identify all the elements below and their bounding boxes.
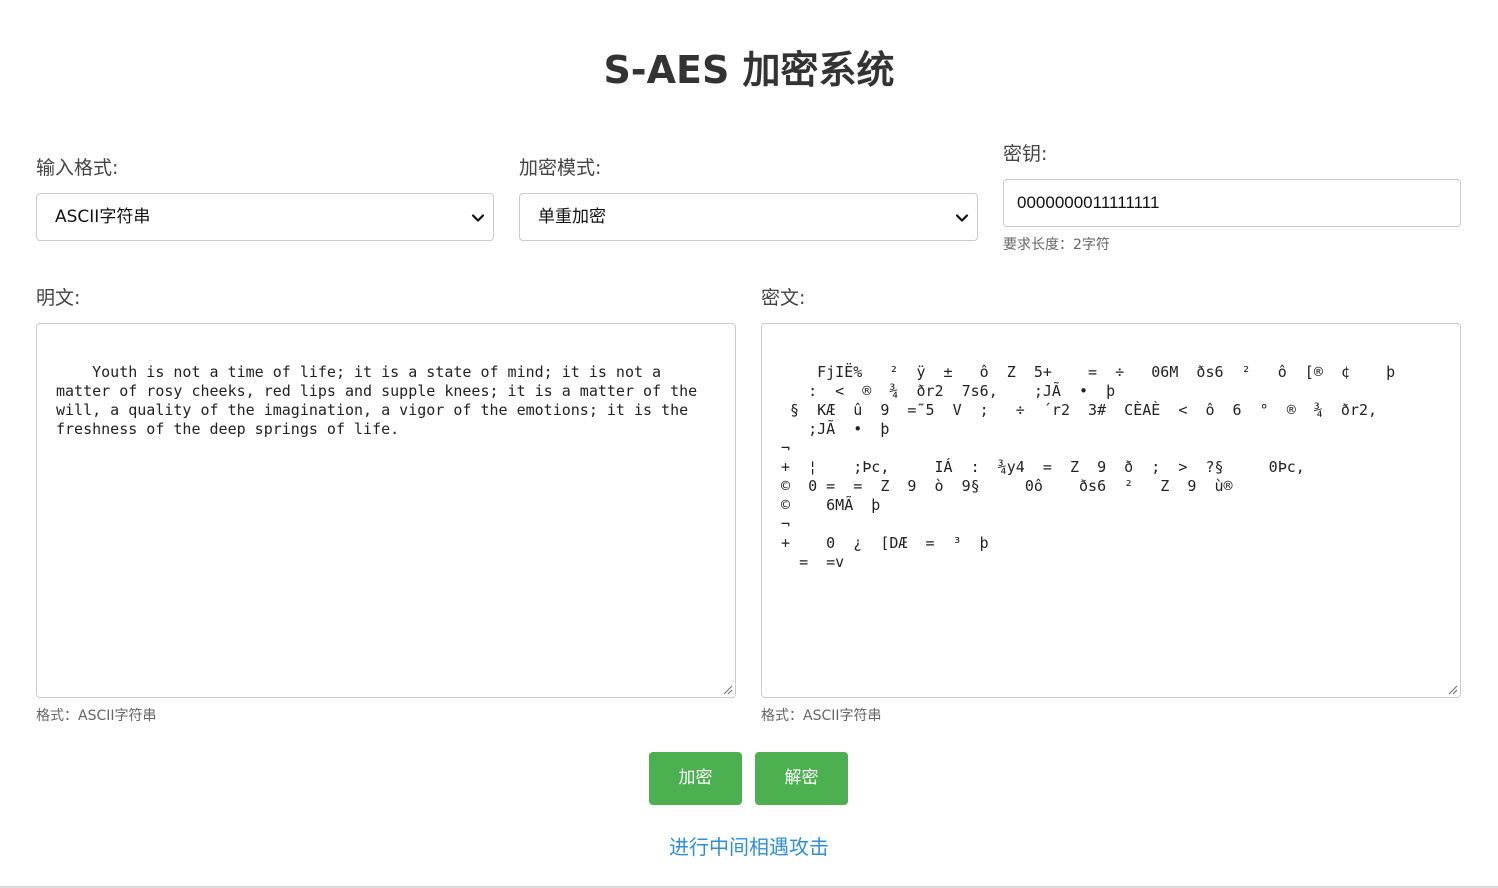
input-format-selected-value: ASCII字符串 — [55, 207, 151, 227]
input-format-select[interactable]: ASCII字符串 — [36, 193, 494, 241]
plaintext-content: Youth is not a time of life; it is a sta… — [56, 363, 707, 438]
plaintext-textarea[interactable]: Youth is not a time of life; it is a sta… — [36, 323, 736, 698]
chevron-down-icon — [955, 214, 969, 222]
encrypt-button[interactable]: 加密 — [649, 752, 742, 805]
decrypt-button[interactable]: 解密 — [755, 752, 848, 805]
encryption-mode-selected-value: 单重加密 — [538, 207, 606, 227]
chevron-down-icon — [471, 214, 485, 222]
key-length-hint: 要求长度：2字符 — [1003, 237, 1110, 253]
encryption-mode-label: 加密模式: — [519, 157, 602, 179]
key-input[interactable]: 0000000011111111 — [1003, 179, 1461, 227]
encryption-mode-select[interactable]: 单重加密 — [519, 193, 978, 241]
key-label: 密钥: — [1003, 143, 1048, 165]
input-format-label: 输入格式: — [36, 157, 119, 179]
s-aes-page: S-AES 加密系统 输入格式: ASCII字符串 加密模式: 单重加密 密钥:… — [0, 0, 1498, 888]
plaintext-label: 明文: — [36, 287, 81, 309]
resize-grip-icon[interactable] — [1447, 684, 1458, 695]
meet-in-the-middle-attack-link[interactable]: 进行中间相遇攻击 — [0, 832, 1498, 862]
plaintext-format-hint: 格式：ASCII字符串 — [36, 708, 157, 724]
ciphertext-textarea[interactable]: FjIË% ² ÿ ± ô Z 5+ = ÷ 06M ðs6 ² ô [® ¢ … — [761, 323, 1461, 698]
ciphertext-label: 密文: — [761, 287, 806, 309]
resize-grip-icon[interactable] — [722, 684, 733, 695]
page-title: S-AES 加密系统 — [603, 48, 895, 92]
ciphertext-content: FjIË% ² ÿ ± ô Z 5+ = ÷ 06M ðs6 ² ô [® ¢ … — [781, 363, 1396, 571]
ciphertext-format-hint: 格式：ASCII字符串 — [761, 708, 882, 724]
